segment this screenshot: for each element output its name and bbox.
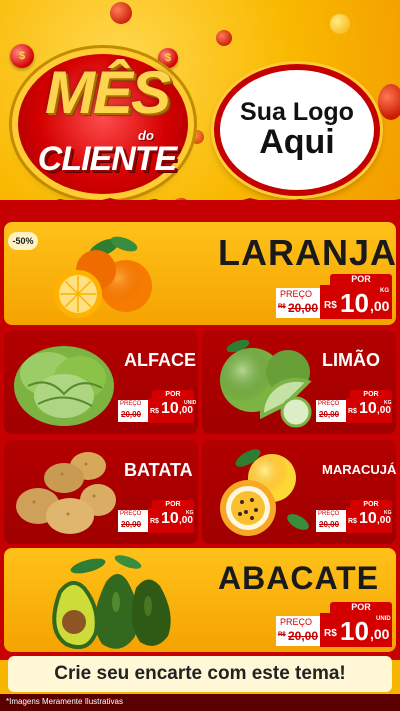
price-tag: POR PREÇO 20,00 R$ 10 ,00 KG (316, 500, 392, 534)
potato-icon (16, 452, 116, 534)
price-tag: POR PREÇO 20,00 R$ 10 ,00 KG (316, 390, 392, 424)
currency-symbol: R$ (150, 518, 159, 525)
decor-ball (216, 30, 232, 46)
currency-symbol: R$ (324, 628, 337, 639)
logo-placeholder[interactable]: Sua Logo Aqui (214, 64, 380, 196)
old-price: 20,00 (288, 301, 319, 315)
avocado-icon (52, 555, 171, 649)
product-name: LARANJA (218, 232, 396, 273)
price-tag: POR PREÇO R$ 20,00 R$ 10 ,00 UNID (276, 602, 392, 648)
torn-edge (0, 198, 400, 210)
currency-symbol: R$ (150, 408, 159, 415)
orange-fruit-icon (54, 236, 152, 318)
price-tag: POR PREÇO 20,00 R$ 10 ,00 UNID (118, 390, 197, 424)
old-price: 20,00 (319, 520, 340, 529)
preco-label: PREÇO (120, 401, 142, 407)
currency-symbol: R$ (324, 300, 337, 311)
product-card-limao[interactable]: LIMÃO POR PREÇO 20,00 R$ 10 ,00 KG (202, 330, 396, 434)
flyer-page: $ $ $ MÊS do CLIENTE Sua Logo Aqui (0, 0, 400, 711)
product-name: BATATA (124, 460, 193, 480)
header-banner: $ $ $ MÊS do CLIENTE Sua Logo Aqui (0, 0, 400, 205)
lime-icon (220, 339, 312, 428)
product-card-batata[interactable]: BATATA POR PREÇO 20,00 R$ 10 ,00 KG (4, 440, 198, 544)
decor-ball (110, 2, 132, 24)
decor-ball (330, 14, 350, 34)
discount-badge: -50% (8, 232, 38, 250)
currency-symbol: R$ (348, 408, 357, 415)
badge-title-mes: MÊS (44, 59, 171, 126)
old-price-currency: R$ (278, 304, 286, 310)
logo-text-line1: Sua Logo (240, 98, 354, 127)
price-integer: 10 (359, 400, 377, 417)
price-integer: 10 (161, 510, 179, 527)
price-decimal: ,00 (370, 298, 390, 314)
price-decimal: ,00 (179, 515, 193, 526)
price-tag: POR PREÇO R$ 20,00 R$ 10 ,00 KG (276, 274, 392, 320)
badge-title-cliente: CLIENTE (37, 140, 177, 178)
preco-label: PREÇO (318, 511, 340, 517)
lettuce-icon (14, 346, 114, 426)
product-card-abacate[interactable]: ABACATE POR PREÇO R$ 20,00 R$ 10 ,00 UNI… (4, 548, 396, 652)
price-integer: 10 (340, 616, 369, 646)
price-decimal: ,00 (370, 626, 390, 642)
price-integer: 10 (161, 400, 179, 417)
price-decimal: ,00 (377, 515, 391, 526)
old-price-currency: R$ (278, 632, 286, 638)
decor-ball (190, 130, 204, 144)
unit-label: UNID (376, 616, 391, 622)
product-name: LIMÃO (322, 350, 380, 370)
price-decimal: ,00 (179, 405, 193, 416)
old-price: 20,00 (121, 410, 142, 419)
unit-label: KG (384, 400, 392, 406)
old-price: 20,00 (288, 629, 319, 643)
product-card-laranja[interactable]: LARANJA POR PREÇO R$ 20,00 R$ 10 ,00 KG (4, 222, 396, 325)
price-integer: 10 (340, 288, 369, 318)
preco-label: PREÇO (280, 289, 313, 299)
old-price: 20,00 (121, 520, 142, 529)
price-integer: 10 (359, 510, 377, 527)
preco-label: PREÇO (120, 511, 142, 517)
cta-banner[interactable]: Crie seu encarte com este tema! (8, 656, 392, 692)
price-decimal: ,00 (377, 405, 391, 416)
product-name: ALFACE (124, 350, 196, 370)
currency-symbol: R$ (348, 518, 357, 525)
preco-label: PREÇO (280, 617, 313, 627)
unit-label: KG (384, 510, 392, 516)
product-card-alface[interactable]: ALFACE POR PREÇO 20,00 R$ 10 ,00 UNID (4, 330, 198, 434)
product-name: ABACATE (218, 560, 380, 596)
unit-label: UNID (184, 400, 197, 406)
product-name: MARACUJÁ (322, 462, 396, 477)
logo-text-line2: Aqui (259, 123, 335, 162)
old-price: 20,00 (319, 410, 340, 419)
coin-icon: $ (10, 44, 34, 68)
passion-fruit-icon (220, 449, 309, 536)
unit-label: KG (186, 510, 194, 516)
por-label: POR (330, 602, 392, 613)
preco-label: PREÇO (318, 401, 340, 407)
decor-ball (378, 84, 400, 120)
price-tag: POR PREÇO 20,00 R$ 10 ,00 KG (118, 500, 194, 534)
product-card-maracuja[interactable]: MARACUJÁ POR PREÇO 20,00 R$ 10 ,00 KG (202, 440, 396, 544)
footer-disclaimer: *Imagens Meramente Ilustrativas (6, 697, 123, 706)
unit-label: KG (380, 288, 389, 294)
por-label: POR (330, 274, 392, 285)
